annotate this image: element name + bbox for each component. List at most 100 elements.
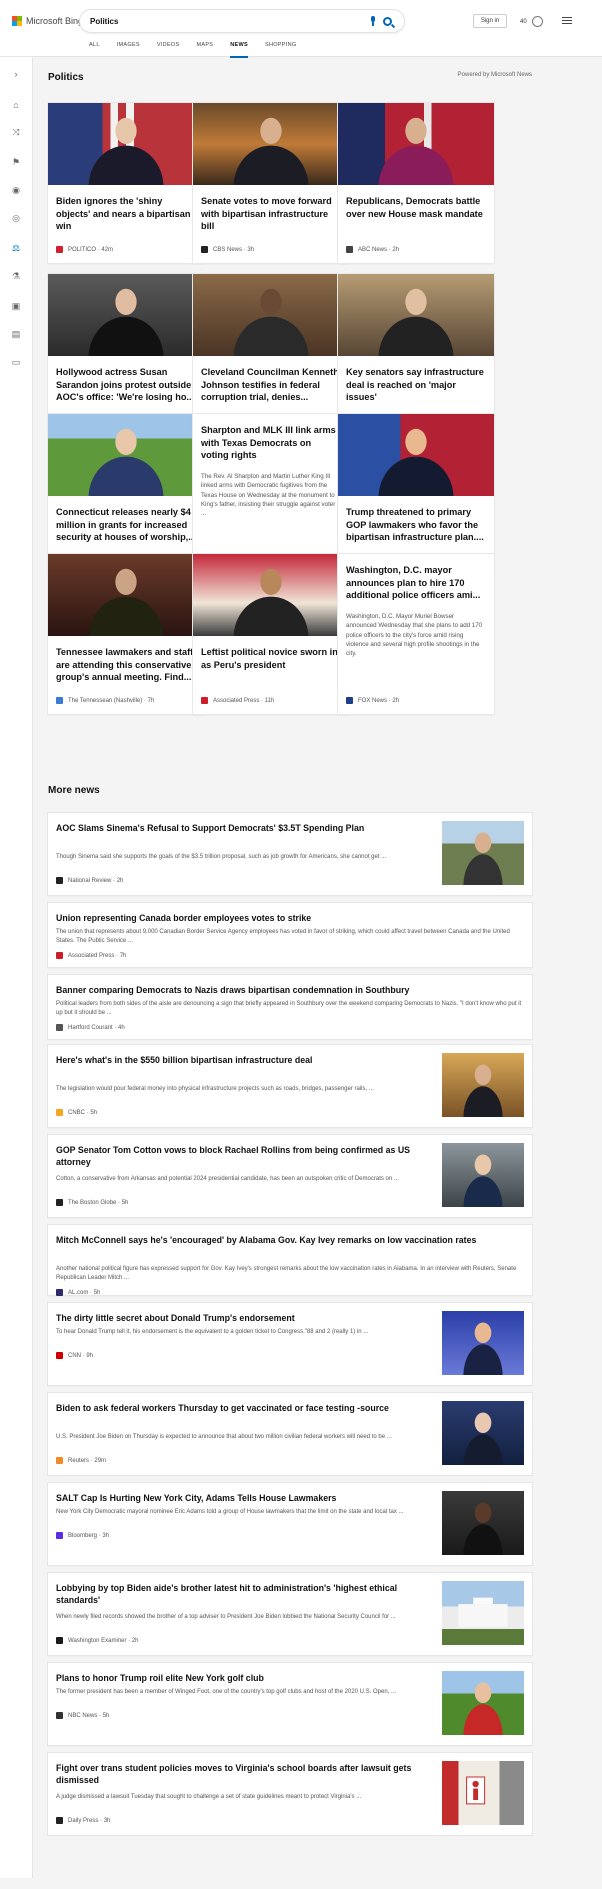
more-news-item[interactable]: Union representing Canada border employe… bbox=[48, 903, 532, 967]
globe-icon[interactable]: ◎ bbox=[11, 213, 21, 223]
more-news-thumbnail[interactable] bbox=[442, 1671, 524, 1735]
news-card[interactable]: Senate votes to move forward with bipart… bbox=[193, 103, 349, 263]
flag-icon[interactable]: ⚑ bbox=[11, 157, 21, 167]
news-card-title[interactable]: Cleveland Councilman Kenneth Johnson tes… bbox=[201, 366, 341, 406]
more-news-thumbnail[interactable] bbox=[442, 1581, 524, 1645]
news-card-image[interactable] bbox=[193, 274, 349, 356]
news-card-title[interactable]: Biden ignores the 'shiny objects' and ne… bbox=[56, 195, 196, 235]
more-news-item[interactable]: Biden to ask federal workers Thursday to… bbox=[48, 1393, 532, 1475]
more-news-title[interactable]: Banner comparing Democrats to Nazis draw… bbox=[56, 984, 522, 996]
sign-in-button[interactable]: Sign in bbox=[473, 14, 507, 28]
news-card-image[interactable] bbox=[48, 554, 204, 636]
news-card[interactable]: Leftist political novice sworn in as Per… bbox=[193, 554, 349, 714]
science-icon[interactable]: ⚗ bbox=[11, 271, 21, 281]
trending-icon[interactable]: ⤨ bbox=[11, 127, 21, 137]
more-news-title[interactable]: Lobbying by top Biden aide's brother lat… bbox=[56, 1582, 442, 1607]
more-news-item[interactable]: Fight over trans student policies moves … bbox=[48, 1753, 532, 1835]
more-news-item[interactable]: The dirty little secret about Donald Tru… bbox=[48, 1303, 532, 1385]
expand-icon[interactable]: › bbox=[11, 69, 21, 79]
location-icon[interactable]: ◉ bbox=[11, 185, 21, 195]
more-news-thumbnail[interactable] bbox=[442, 1401, 524, 1465]
news-card[interactable]: Cleveland Councilman Kenneth Johnson tes… bbox=[193, 274, 349, 434]
more-news-title[interactable]: Mitch McConnell says he's 'encouraged' b… bbox=[56, 1234, 522, 1246]
more-news-thumbnail[interactable] bbox=[442, 821, 524, 885]
entertainment-icon[interactable]: ▣ bbox=[11, 301, 21, 311]
news-card-image[interactable] bbox=[48, 414, 204, 496]
news-card-image[interactable] bbox=[193, 103, 349, 185]
more-news-title[interactable]: Union representing Canada border employe… bbox=[56, 912, 522, 924]
news-card[interactable]: Biden ignores the 'shiny objects' and ne… bbox=[48, 103, 204, 263]
source-time: 2h bbox=[392, 246, 400, 253]
news-card[interactable]: Trump threatened to primary GOP lawmaker… bbox=[338, 414, 494, 574]
microsoft-logo-icon bbox=[12, 16, 22, 26]
source-name: AL.com bbox=[68, 1289, 89, 1296]
more-news-title[interactable]: Plans to honor Trump roil elite New York… bbox=[56, 1672, 442, 1684]
tab-images[interactable]: IMAGES bbox=[117, 42, 140, 52]
more-news-title[interactable]: GOP Senator Tom Cotton vows to block Rac… bbox=[56, 1144, 442, 1169]
news-card[interactable]: Tennessee lawmakers and staff are attend… bbox=[48, 554, 204, 714]
powered-by[interactable]: Powered by Microsoft News bbox=[458, 72, 532, 78]
more-news-title[interactable]: AOC Slams Sinema's Refusal to Support De… bbox=[56, 822, 442, 834]
news-card[interactable]: Washington, D.C. mayor announces plan to… bbox=[338, 554, 494, 714]
search-icon[interactable] bbox=[383, 16, 392, 26]
more-news-title[interactable]: The dirty little secret about Donald Tru… bbox=[56, 1312, 442, 1324]
tab-maps[interactable]: MAPS bbox=[196, 42, 213, 52]
news-card[interactable]: Republicans, Democrats battle over new H… bbox=[338, 103, 494, 263]
home-icon[interactable]: ⌂ bbox=[11, 100, 21, 110]
more-news-item[interactable]: Mitch McConnell says he's 'encouraged' b… bbox=[48, 1225, 532, 1296]
source-name: The Boston Globe bbox=[68, 1199, 117, 1206]
more-news-thumbnail[interactable] bbox=[442, 1491, 524, 1555]
more-news-title[interactable]: Biden to ask federal workers Thursday to… bbox=[56, 1402, 442, 1414]
tab-news[interactable]: NEWS bbox=[230, 42, 248, 58]
left-rail: › ⌂ ⤨ ⚑ ◉ ◎ ⚖ ⚗ ▣ ▤ ▭ bbox=[0, 57, 33, 1889]
more-news-item[interactable]: SALT Cap Is Hurting New York City, Adams… bbox=[48, 1483, 532, 1565]
briefcase-icon[interactable]: ▤ bbox=[11, 329, 21, 339]
news-card[interactable]: Connecticut releases nearly $4 million i… bbox=[48, 414, 204, 574]
news-card-image[interactable] bbox=[338, 103, 494, 185]
bing-logo[interactable]: Microsoft Bing bbox=[12, 16, 83, 26]
more-news-item[interactable]: Lobbying by top Biden aide's brother lat… bbox=[48, 1573, 532, 1655]
news-card-image[interactable] bbox=[193, 554, 349, 636]
more-news-title[interactable]: Here's what's in the $550 billion bipart… bbox=[56, 1054, 442, 1066]
more-news-snippet: The union that represents about 9,000 Ca… bbox=[56, 929, 510, 945]
more-news-thumbnail[interactable] bbox=[442, 1311, 524, 1375]
news-card-title[interactable]: Key senators say infrastructure deal is … bbox=[346, 366, 486, 406]
news-card-title[interactable]: Connecticut releases nearly $4 million i… bbox=[56, 506, 196, 546]
news-card-title[interactable]: Tennessee lawmakers and staff are attend… bbox=[56, 646, 196, 686]
more-news-thumbnail[interactable] bbox=[442, 1143, 524, 1207]
search-box[interactable]: Politics bbox=[80, 10, 404, 32]
more-news-thumbnail[interactable] bbox=[442, 1761, 524, 1825]
more-news-item[interactable]: Here's what's in the $550 billion bipart… bbox=[48, 1045, 532, 1127]
more-news-thumbnail[interactable] bbox=[442, 1053, 524, 1117]
news-card-title[interactable]: Sharpton and MLK III link arms with Texa… bbox=[201, 424, 341, 464]
rewards-button[interactable]: 40 bbox=[520, 16, 543, 27]
politics-icon[interactable]: ⚖ bbox=[11, 243, 21, 253]
tab-all[interactable]: ALL bbox=[89, 42, 100, 52]
search-input[interactable]: Politics bbox=[90, 17, 369, 26]
news-card-image[interactable] bbox=[48, 103, 204, 185]
microphone-icon[interactable] bbox=[369, 16, 377, 26]
news-card[interactable]: Sharpton and MLK III link arms with Texa… bbox=[193, 414, 349, 574]
news-card-title[interactable]: Washington, D.C. mayor announces plan to… bbox=[346, 564, 486, 604]
news-card-image[interactable] bbox=[338, 274, 494, 356]
menu-icon[interactable] bbox=[562, 17, 572, 26]
news-card[interactable]: Key senators say infrastructure deal is … bbox=[338, 274, 494, 434]
more-news-item[interactable]: AOC Slams Sinema's Refusal to Support De… bbox=[48, 813, 532, 895]
news-card-image[interactable] bbox=[338, 414, 494, 496]
more-news-item[interactable]: Plans to honor Trump roil elite New York… bbox=[48, 1663, 532, 1745]
news-card-title[interactable]: Leftist political novice sworn in as Per… bbox=[201, 646, 341, 686]
more-news-item[interactable]: Banner comparing Democrats to Nazis draw… bbox=[48, 975, 532, 1039]
tab-videos[interactable]: VIDEOS bbox=[157, 42, 180, 52]
more-news-title[interactable]: Fight over trans student policies moves … bbox=[56, 1762, 442, 1787]
news-card-title[interactable]: Senate votes to move forward with bipart… bbox=[201, 195, 341, 235]
money-icon[interactable]: ▭ bbox=[11, 357, 21, 367]
news-card-title[interactable]: Republicans, Democrats battle over new H… bbox=[346, 195, 486, 235]
source-name: National Review bbox=[68, 877, 112, 884]
news-card-title[interactable]: Hollywood actress Susan Sarandon joins p… bbox=[56, 366, 196, 406]
more-news-title[interactable]: SALT Cap Is Hurting New York City, Adams… bbox=[56, 1492, 442, 1504]
news-card-title[interactable]: Trump threatened to primary GOP lawmaker… bbox=[346, 506, 486, 546]
news-card[interactable]: Hollywood actress Susan Sarandon joins p… bbox=[48, 274, 204, 434]
tab-shopping[interactable]: SHOPPING bbox=[265, 42, 296, 52]
more-news-item[interactable]: GOP Senator Tom Cotton vows to block Rac… bbox=[48, 1135, 532, 1217]
news-card-image[interactable] bbox=[48, 274, 204, 356]
